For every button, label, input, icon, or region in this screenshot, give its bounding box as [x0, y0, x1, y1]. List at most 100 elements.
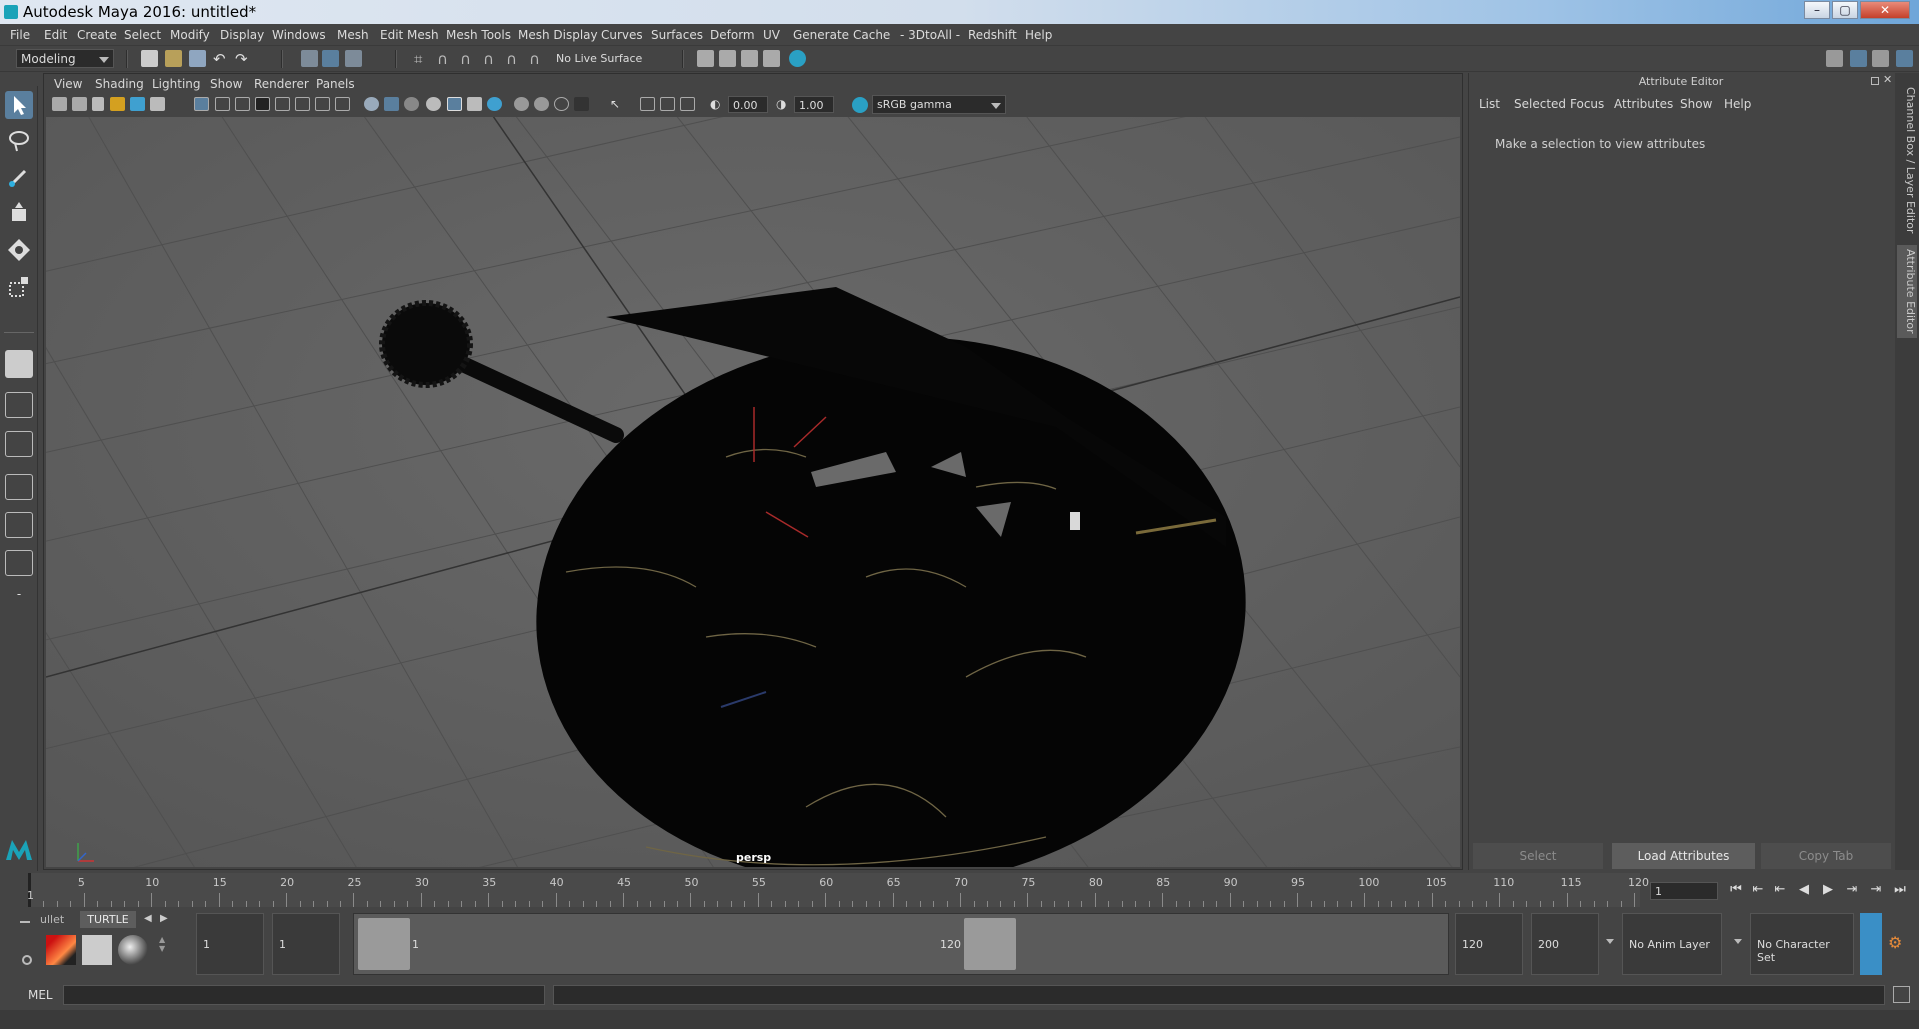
- more-layouts-button[interactable]: -: [5, 587, 33, 613]
- range-slider-track[interactable]: 1 120: [353, 913, 1449, 975]
- field-chart-icon[interactable]: [275, 97, 290, 111]
- channel-box-toggle-icon[interactable]: [1896, 50, 1913, 67]
- scale-tool[interactable]: [5, 273, 33, 301]
- depth-of-field-icon[interactable]: [574, 97, 589, 111]
- ae-menu-show[interactable]: Show: [1680, 97, 1712, 111]
- shelf-settings-icon[interactable]: [22, 955, 32, 965]
- gamma-icon[interactable]: ◑: [776, 97, 791, 111]
- render-frame-icon[interactable]: [719, 50, 736, 67]
- outliner-layout-button[interactable]: [5, 474, 33, 500]
- color-management-icon[interactable]: [852, 97, 868, 113]
- menu-edit[interactable]: Edit: [44, 28, 67, 42]
- menu-mesh-display[interactable]: Mesh Display: [518, 28, 598, 42]
- save-scene-icon[interactable]: [189, 50, 206, 67]
- multisample-aa-icon[interactable]: [554, 97, 569, 111]
- select-component-icon[interactable]: [345, 50, 362, 67]
- select-tool[interactable]: [5, 91, 33, 119]
- menu-mesh-tools[interactable]: Mesh Tools: [446, 28, 511, 42]
- minimize-button[interactable]: –: [1804, 1, 1830, 19]
- ae-menu-focus[interactable]: Focus: [1570, 97, 1604, 111]
- two-d-pan-zoom-icon[interactable]: [130, 97, 145, 111]
- hypershade-layout-button[interactable]: [5, 550, 33, 576]
- script-editor-icon[interactable]: [1893, 986, 1910, 1003]
- camera-attributes-icon[interactable]: [72, 97, 87, 111]
- redo-icon[interactable]: ↷: [235, 50, 252, 68]
- chevron-down-icon[interactable]: [1734, 939, 1742, 944]
- close-button[interactable]: ✕: [1860, 1, 1910, 19]
- maximize-button[interactable]: ▢: [1832, 1, 1858, 19]
- play-backwards-icon[interactable]: ◀: [1796, 882, 1812, 898]
- textured-icon[interactable]: [447, 97, 462, 111]
- shelf-tab-bullet[interactable]: ullet: [40, 913, 64, 926]
- menu-edit-mesh[interactable]: Edit Mesh: [380, 28, 439, 42]
- graph-editor-layout-button[interactable]: [5, 512, 33, 538]
- resolution-gate-icon[interactable]: [235, 97, 250, 111]
- grease-pencil-icon[interactable]: [150, 97, 165, 111]
- snap-curve-icon[interactable]: ∩: [437, 50, 454, 68]
- turtle-render-shelf-icon[interactable]: [46, 935, 76, 965]
- ipr-render-icon[interactable]: [741, 50, 758, 67]
- modeling-toolkit-icon[interactable]: [1826, 50, 1843, 67]
- screen-space-ao-icon[interactable]: [514, 97, 529, 111]
- mel-command-input[interactable]: [63, 985, 545, 1005]
- menu-windows[interactable]: Windows: [272, 28, 326, 42]
- lasso-tool[interactable]: [5, 127, 33, 155]
- time-ruler[interactable]: 5 10 15 20 25 30 35 40 45 50 55 60 65 70 75 80 85 90 95 100…: [28, 873, 1649, 907]
- rotate-tool[interactable]: [5, 236, 33, 264]
- shelf-scrollbar[interactable]: ▲ ▼: [159, 935, 169, 965]
- menu-deform[interactable]: Deform: [710, 28, 755, 42]
- snap-view-plane-icon[interactable]: ∩: [483, 50, 500, 68]
- tab-channel-box[interactable]: Channel Box / Layer Editor: [1897, 83, 1917, 238]
- undo-icon[interactable]: ↶: [213, 50, 230, 68]
- ae-menu-attributes[interactable]: Attributes: [1614, 97, 1673, 111]
- turtle-bake-shelf-icon[interactable]: [82, 935, 112, 965]
- animation-preferences-icon[interactable]: ⚙: [1888, 933, 1908, 953]
- use-all-lights-icon[interactable]: [467, 97, 482, 111]
- smooth-shade-icon[interactable]: [384, 97, 399, 111]
- xray-icon[interactable]: [640, 97, 655, 111]
- character-set-dropdown[interactable]: No Character Set: [1750, 913, 1854, 975]
- panel-menu-lighting[interactable]: Lighting: [152, 77, 201, 91]
- safe-action-icon[interactable]: [295, 97, 310, 111]
- render-view-icon[interactable]: [789, 50, 806, 67]
- snap-point-icon[interactable]: ∩: [460, 50, 477, 68]
- playback-start-field[interactable]: 1: [272, 913, 340, 975]
- step-back-frame-icon[interactable]: ⇤: [1750, 882, 1766, 898]
- mel-label[interactable]: MEL: [28, 988, 53, 1002]
- select-object-icon[interactable]: [322, 50, 339, 67]
- menu-modify[interactable]: Modify: [170, 28, 210, 42]
- viewport-hud-icon[interactable]: [335, 97, 350, 111]
- single-view-layout-button[interactable]: [5, 350, 33, 378]
- menu-cache[interactable]: Cache: [853, 28, 890, 42]
- panel-menu-shading[interactable]: Shading: [95, 77, 144, 91]
- float-panel-icon[interactable]: [1871, 77, 1879, 85]
- wireframe-on-shaded-icon[interactable]: [404, 97, 419, 111]
- menu-uv[interactable]: UV: [763, 28, 780, 42]
- shelf-scroll-right-icon[interactable]: ▶: [160, 913, 168, 924]
- camera-select-icon[interactable]: [52, 97, 67, 111]
- shelf-tab-turtle[interactable]: TURTLE: [80, 911, 136, 928]
- tool-settings-icon[interactable]: [1872, 50, 1889, 67]
- exposure-icon[interactable]: ◐: [710, 97, 725, 111]
- safe-title-icon[interactable]: [315, 97, 330, 111]
- hypershade-icon[interactable]: [763, 50, 780, 67]
- step-back-key-icon[interactable]: ⇤: [1772, 882, 1788, 898]
- grid-toggle-icon[interactable]: [194, 97, 209, 111]
- bookmark-icon[interactable]: [92, 97, 104, 111]
- auto-key-toggle[interactable]: [1860, 913, 1882, 975]
- gate-mask-icon[interactable]: [255, 97, 270, 111]
- panel-menu-renderer[interactable]: Renderer: [254, 77, 309, 91]
- new-scene-icon[interactable]: [141, 50, 158, 67]
- range-start-handle[interactable]: [358, 918, 410, 970]
- move-tool[interactable]: [5, 200, 33, 228]
- attribute-editor-toggle-icon[interactable]: [1850, 50, 1867, 67]
- magnet-icon[interactable]: ∩: [529, 50, 546, 68]
- mode-dropdown[interactable]: Modeling: [16, 49, 114, 68]
- render-settings-icon[interactable]: [697, 50, 714, 67]
- snap-surface-icon[interactable]: ∩: [506, 50, 523, 68]
- step-forward-frame-icon[interactable]: ⇥: [1868, 882, 1884, 898]
- shelf-collapse-icon[interactable]: [20, 921, 30, 923]
- perspective-viewport[interactable]: persp: [46, 117, 1460, 867]
- ae-select-button[interactable]: Select: [1473, 843, 1603, 869]
- four-view-layout-button[interactable]: [5, 392, 33, 418]
